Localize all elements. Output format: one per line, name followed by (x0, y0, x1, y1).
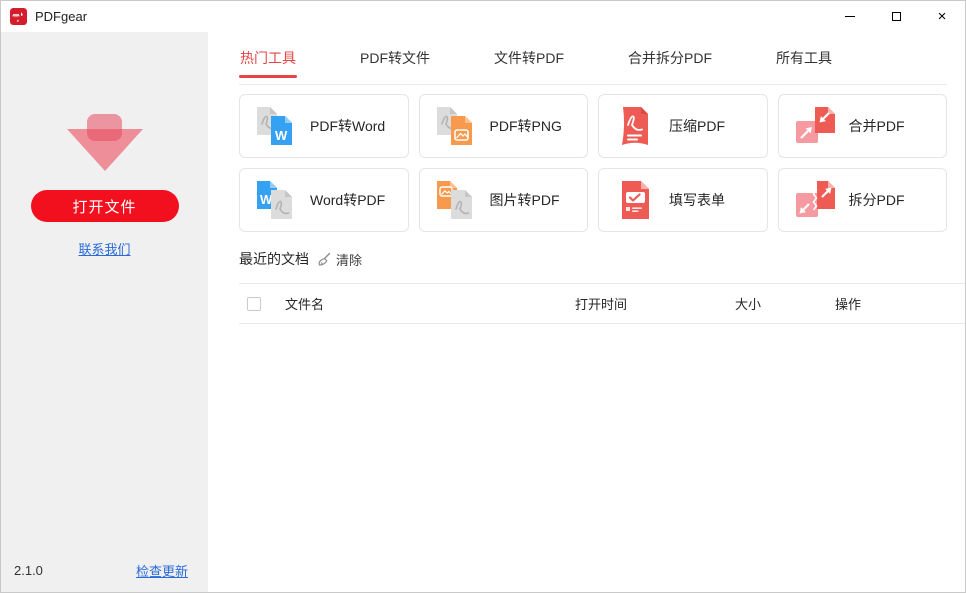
tool-card-pdf-to-png[interactable]: PDF转PNG (418, 94, 588, 158)
split-pdf-icon (795, 181, 835, 217)
word-to-pdf-icon: W (257, 181, 292, 219)
tool-card-image-to-pdf[interactable]: 图片转PDF (418, 168, 588, 232)
window-controls: × (827, 1, 965, 32)
tool-card-label: 拆分PDF (848, 192, 905, 208)
recent-documents-title: 最近的文档 (239, 251, 309, 267)
check-update-link[interactable]: 检查更新 (136, 561, 188, 580)
column-header-open-time: 打开时间 (575, 297, 628, 312)
tab-pdf-to-file[interactable]: PDF转文件 (359, 48, 431, 84)
tab-file-to-pdf[interactable]: 文件转PDF (493, 48, 565, 84)
sidebar: 打开文件 联系我们 2.1.0 检查更新 (1, 32, 208, 592)
tool-card-label: Word转PDF (310, 192, 386, 208)
compress-pdf-icon (622, 107, 648, 145)
open-file-button[interactable]: 打开文件 (30, 190, 179, 222)
tool-card-pdf-to-word[interactable]: W PDF转Word (239, 94, 409, 158)
fill-form-icon (622, 181, 649, 219)
contact-us-link[interactable]: 联系我们 (78, 239, 130, 258)
select-all-checkbox[interactable] (247, 296, 261, 311)
clear-recent-label: 清除 (336, 252, 363, 268)
column-header-actions: 操作 (835, 297, 862, 312)
pdf-to-word-icon: W (257, 107, 292, 145)
close-icon: × (937, 8, 947, 25)
tool-card-label: 图片转PDF (489, 192, 560, 208)
tab-all-tools[interactable]: 所有工具 (775, 48, 833, 84)
merge-pdf-icon (795, 107, 835, 143)
tool-card-label: PDF转PNG (489, 118, 562, 134)
recent-documents-header: 最近的文档 清除 (239, 249, 947, 269)
column-header-size: 大小 (735, 297, 762, 312)
main-content: 热门工具 PDF转文件 文件转PDF 合并拆分PDF 所有工具 W PDF转Wo… (208, 32, 965, 592)
recent-table-body (239, 324, 947, 592)
app-title: PDFgear (35, 9, 88, 24)
pdfgear-logo-icon (10, 8, 27, 25)
sidebar-bottom: 2.1.0 检查更新 (1, 561, 208, 592)
maximize-icon (891, 12, 901, 21)
column-header-filename: 文件名 (285, 297, 325, 312)
tab-merge-split-pdf[interactable]: 合并拆分PDF (627, 48, 713, 84)
maximize-button[interactable] (873, 1, 919, 32)
close-button[interactable]: × (919, 1, 965, 32)
tool-card-split-pdf[interactable]: 拆分PDF (777, 168, 947, 232)
tool-card-label: 压缩PDF (669, 118, 725, 134)
pdfgear-window: PDFgear × 打开文件 联系我们 2.1.0 检查更新 热门工具 PDF转… (1, 1, 965, 592)
svg-text:W: W (275, 128, 288, 143)
window-body: 打开文件 联系我们 2.1.0 检查更新 热门工具 PDF转文件 文件转PDF … (1, 32, 965, 592)
version-label: 2.1.0 (14, 563, 43, 578)
tool-card-word-to-pdf[interactable]: W Word转PDF (239, 168, 409, 232)
tool-card-compress-pdf[interactable]: 压缩PDF (598, 94, 768, 158)
minimize-icon (845, 16, 855, 17)
tool-card-grid: W PDF转Word PDF转PNG 压缩PDF 合并PDF W Word转PD… (239, 94, 947, 232)
tool-card-label: 合并PDF (848, 118, 905, 134)
tool-card-merge-pdf[interactable]: 合并PDF (777, 94, 947, 158)
tab-hot-tools[interactable]: 热门工具 (239, 48, 297, 84)
tool-card-fill-form[interactable]: 填写表单 (598, 168, 768, 232)
titlebar: PDFgear × (1, 1, 965, 32)
download-arrow-icon (66, 114, 143, 171)
tool-card-label: 填写表单 (669, 192, 725, 208)
broom-icon (318, 252, 331, 266)
minimize-button[interactable] (827, 1, 873, 32)
image-to-pdf-icon (436, 181, 472, 219)
recent-table-header: 文件名 打开时间 大小 操作 (239, 283, 965, 324)
tool-card-label: PDF转Word (310, 118, 386, 134)
pdf-to-png-icon (436, 107, 472, 145)
tab-bar: 热门工具 PDF转文件 文件转PDF 合并拆分PDF 所有工具 (239, 32, 947, 85)
clear-recent-button[interactable]: 清除 (316, 250, 362, 269)
